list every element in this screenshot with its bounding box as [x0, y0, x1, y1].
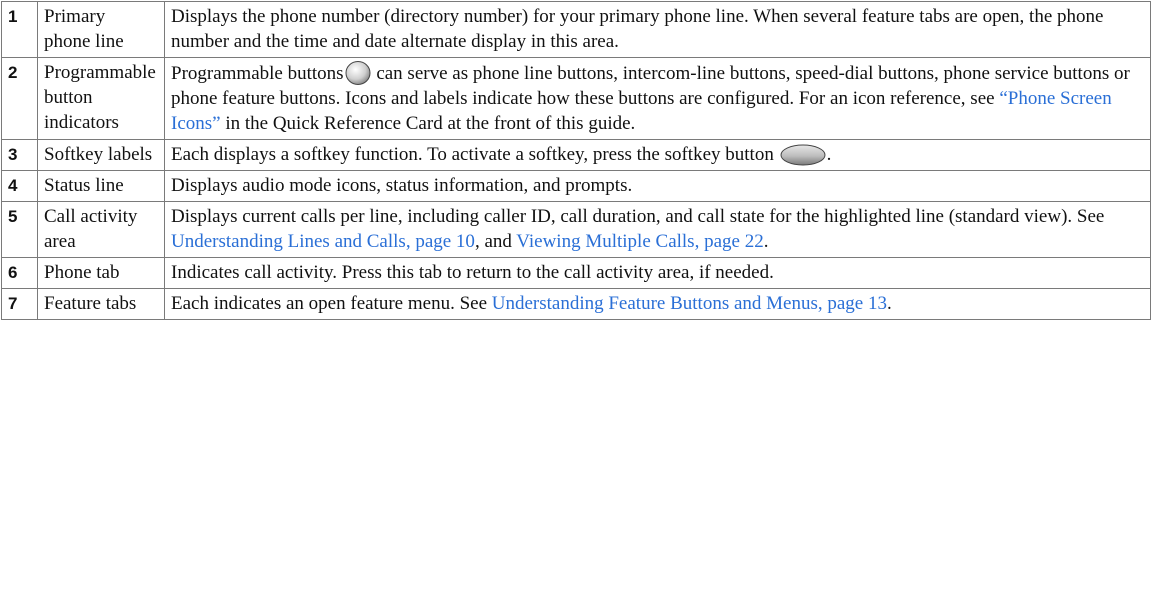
row-number: 1 [1, 1, 38, 58]
row-number: 3 [1, 139, 38, 171]
table-row: 6 Phone tab Indicates call activity. Pre… [1, 257, 1151, 289]
desc-text: Displays current calls per line, includi… [171, 206, 1105, 227]
desc-text: in the Quick Reference Card at the front… [220, 113, 636, 134]
row-description: Programmable buttons can serve as phone … [164, 57, 1151, 140]
desc-text: , and [474, 231, 517, 252]
row-label: Primary phone line [37, 1, 165, 58]
desc-text: Programmable buttons [171, 63, 344, 84]
row-label: Programmable button indicators [37, 57, 165, 140]
reference-table: 1 Primary phone line Displays the phone … [1, 1, 1151, 320]
table-row: 5 Call activity area Displays current ca… [1, 201, 1151, 258]
table-row: 3 Softkey labels Each displays a softkey… [1, 139, 1151, 171]
desc-text: Each displays a softkey function. To act… [171, 144, 774, 165]
softkey-button-icon [780, 144, 826, 166]
row-label: Phone tab [37, 257, 165, 289]
desc-text: Each indicates an open feature menu. See [171, 293, 492, 314]
row-number: 4 [1, 170, 38, 202]
desc-text: . [886, 293, 892, 314]
row-description: Displays audio mode icons, status inform… [164, 170, 1151, 202]
feature-buttons-link[interactable]: Understanding Feature Buttons and Menus,… [492, 293, 887, 314]
row-label: Feature tabs [37, 288, 165, 320]
table-row: 4 Status line Displays audio mode icons,… [1, 170, 1151, 202]
row-description: Displays the phone number (directory num… [164, 1, 1151, 58]
row-description: Each indicates an open feature menu. See… [164, 288, 1151, 320]
row-number: 5 [1, 201, 38, 258]
row-description: Indicates call activity. Press this tab … [164, 257, 1151, 289]
row-label: Status line [37, 170, 165, 202]
row-number: 2 [1, 57, 38, 140]
row-label: Softkey labels [37, 139, 165, 171]
table-row: 1 Primary phone line Displays the phone … [1, 1, 1151, 58]
desc-text: . [826, 144, 832, 165]
row-description: Displays current calls per line, includi… [164, 201, 1151, 258]
lines-and-calls-link[interactable]: Understanding Lines and Calls, page 10 [171, 231, 475, 252]
row-number: 6 [1, 257, 38, 289]
row-label: Call activity area [37, 201, 165, 258]
desc-text: . [763, 231, 769, 252]
multiple-calls-link[interactable]: Viewing Multiple Calls, page 22 [516, 231, 763, 252]
table-row: 2 Programmable button indicators Program… [1, 57, 1151, 140]
row-description: Each displays a softkey function. To act… [164, 139, 1151, 171]
row-number: 7 [1, 288, 38, 320]
table-row: 7 Feature tabs Each indicates an open fe… [1, 288, 1151, 320]
round-button-icon [345, 61, 371, 85]
